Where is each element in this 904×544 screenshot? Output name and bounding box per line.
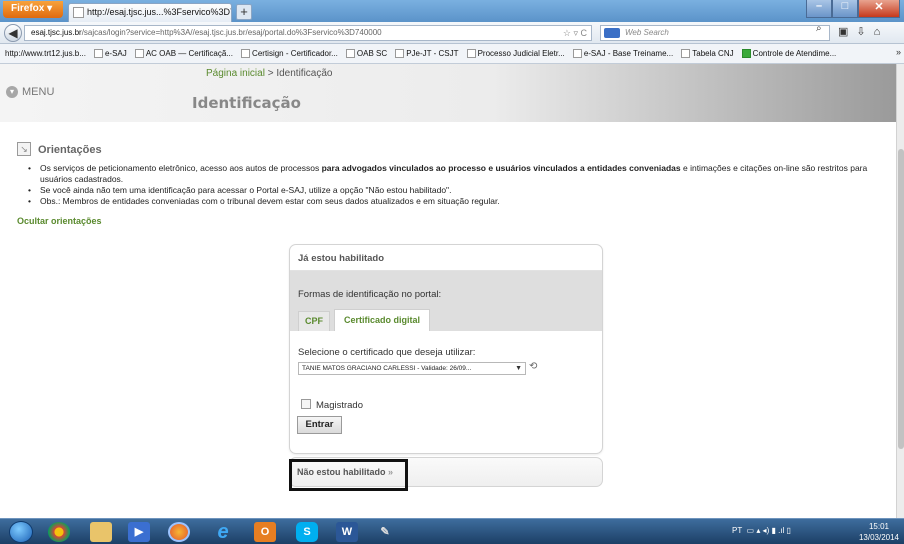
more-bookmarks-chevron-icon[interactable]: » <box>896 47 901 57</box>
file-explorer-icon[interactable] <box>90 522 112 542</box>
refresh-icon[interactable]: ⟲ <box>529 361 537 372</box>
back-button[interactable]: ◀ <box>4 24 22 42</box>
tab-digital-certificate[interactable]: Certificado digital <box>334 309 430 331</box>
menu-chevron-icon: ▾ <box>6 86 18 99</box>
bookmark-item[interactable]: http://www.trt12.jus.b... <box>5 44 86 63</box>
firefox-menu-button[interactable]: Firefox ▾ <box>3 1 63 18</box>
orientations-arrow-icon: ↘ <box>17 142 31 156</box>
magistrado-label: Magistrado <box>316 400 363 411</box>
bookmarks-toolbar: http://www.trt12.jus.b... e-SAJ AC OAB —… <box>0 44 904 64</box>
menu-button[interactable]: ▾ MENU <box>6 86 54 99</box>
outlook-icon[interactable]: O <box>254 522 276 542</box>
page-content: Página inicial > Identificação ▾ MENU Ide… <box>0 64 896 518</box>
identification-methods: Formas de identificação no portal: CPF C… <box>290 271 602 331</box>
clock[interactable]: 15:01 13/03/2014 <box>856 521 902 543</box>
bookmark-item[interactable]: PJe-JT - CSJT <box>395 44 459 63</box>
enter-button[interactable]: Entrar <box>297 416 342 434</box>
vertical-scrollbar[interactable] <box>896 64 904 518</box>
not-enabled-link[interactable]: Não estou habilitado » <box>297 467 393 477</box>
word-icon[interactable]: W <box>336 522 358 542</box>
browser-titlebar: Firefox ▾ http://esaj.tjsc.jus...%3Fserv… <box>0 0 904 22</box>
orientation-item: Os serviços de peticionamento eletrônico… <box>22 163 884 185</box>
bookmark-item[interactable]: Tabela CNJ <box>681 44 734 63</box>
orientation-item: Obs.: Membros de entidades conveniadas c… <box>22 196 884 207</box>
bookmark-item[interactable]: OAB SC <box>345 44 387 63</box>
bookmark-icon <box>466 49 476 59</box>
minimize-button[interactable]: – <box>806 0 832 18</box>
orientation-item: Se você ainda não tem uma identificação … <box>22 185 884 196</box>
taskbar: ▶ e O S W ✎ PT ▭ ▴ ◂) ▮ .ıl ▯ 15:01 13/0… <box>0 518 904 544</box>
bookmark-item[interactable]: Processo Judicial Eletr... <box>466 44 565 63</box>
clock-date: 13/03/2014 <box>858 533 900 542</box>
bookmark-item[interactable]: e-SAJ - Base Treiname... <box>572 44 673 63</box>
magistrado-checkbox[interactable] <box>301 399 311 409</box>
scrollbar-thumb[interactable] <box>898 149 904 449</box>
bookmark-item[interactable]: AC OAB — Certificaçã... <box>134 44 233 63</box>
page-header: Página inicial > Identificação ▾ MENU Ide… <box>0 64 896 122</box>
forms-label: Formas de identificação no portal: <box>298 289 442 300</box>
search-bar[interactable]: Web Search <box>600 25 830 41</box>
url-path: /sajcas/login?service=http%3A//esaj.tjsc… <box>81 28 382 37</box>
close-window-button[interactable]: ✕ <box>858 0 900 18</box>
clock-time: 15:01 <box>868 522 890 531</box>
address-bar[interactable]: esaj.tjsc.jus.br/sajcas/login?service=ht… <box>24 25 592 41</box>
bookmark-item[interactable]: Certisign - Certificador... <box>241 44 338 63</box>
bookmark-icon <box>681 49 691 59</box>
search-placeholder: Web Search <box>625 28 669 37</box>
breadcrumb-current: Identificação <box>276 68 333 79</box>
media-player-icon[interactable]: ▶ <box>128 522 150 542</box>
breadcrumb-home-link[interactable]: Página inicial <box>206 68 265 79</box>
tray-icons[interactable]: ▭ ▴ ◂) ▮ .ıl ▯ <box>744 526 791 535</box>
language-indicator[interactable]: PT <box>732 526 742 535</box>
orientations-title: Orientações <box>38 144 102 156</box>
start-button[interactable] <box>9 521 33 543</box>
skype-icon[interactable]: S <box>296 522 318 542</box>
bookmark-icon <box>395 49 405 59</box>
window-controls: – □ ✕ <box>806 0 900 18</box>
search-icon[interactable]: ⌕ <box>816 23 822 34</box>
url-bar-actions[interactable]: ☆ ▿ C <box>563 26 587 40</box>
paint-icon[interactable]: ✎ <box>374 522 396 542</box>
search-engine-icon[interactable] <box>604 28 620 38</box>
toolbar-icons[interactable]: ▣⇩⌂ <box>838 25 888 38</box>
browser-tab[interactable]: http://esaj.tjsc.jus...%3Fservico%3D7400… <box>68 3 232 22</box>
tab-cpf[interactable]: CPF <box>298 311 330 331</box>
chrome-icon[interactable] <box>48 522 70 542</box>
page-title: Identificação <box>192 94 301 112</box>
tab-title: http://esaj.tjsc.jus...%3Fservico%3D7400… <box>87 7 231 17</box>
bookmark-icon <box>134 49 144 59</box>
bookmark-icon <box>572 49 582 59</box>
firefox-icon[interactable] <box>168 522 190 542</box>
login-panel-header: Já estou habilitado <box>290 245 602 271</box>
bookmark-icon <box>345 49 355 59</box>
new-tab-button[interactable]: + <box>236 4 252 20</box>
double-chevron-icon: » <box>388 467 394 477</box>
page-favicon-icon <box>73 7 84 19</box>
login-panel: Já estou habilitado Formas de identifica… <box>289 244 603 454</box>
bookmark-icon <box>241 49 251 59</box>
dropdown-arrow-icon: ▼ <box>515 365 522 372</box>
system-tray: PT ▭ ▴ ◂) ▮ .ıl ▯ <box>732 526 791 535</box>
internet-explorer-icon[interactable]: e <box>212 522 234 542</box>
certificate-select-label: Selecione o certificado que deseja utili… <box>298 347 476 358</box>
orientations-list: Os serviços de peticionamento eletrônico… <box>22 163 884 207</box>
navigation-toolbar: ◀ esaj.tjsc.jus.br/sajcas/login?service=… <box>0 22 904 44</box>
bookmark-item[interactable]: Controle de Atendime... <box>741 44 836 63</box>
breadcrumb: Página inicial > Identificação <box>206 68 333 79</box>
bookmark-item[interactable]: e-SAJ <box>93 44 127 63</box>
hide-orientations-link[interactable]: Ocultar orientações <box>17 216 102 226</box>
url-host: esaj.tjsc.jus.br <box>31 28 82 37</box>
certificate-select[interactable]: TANIE MATOS GRACIANO CARLESSI - Validade… <box>298 362 526 375</box>
bookmark-icon <box>93 49 103 59</box>
bookmark-icon <box>741 49 751 59</box>
maximize-button[interactable]: □ <box>832 0 858 18</box>
